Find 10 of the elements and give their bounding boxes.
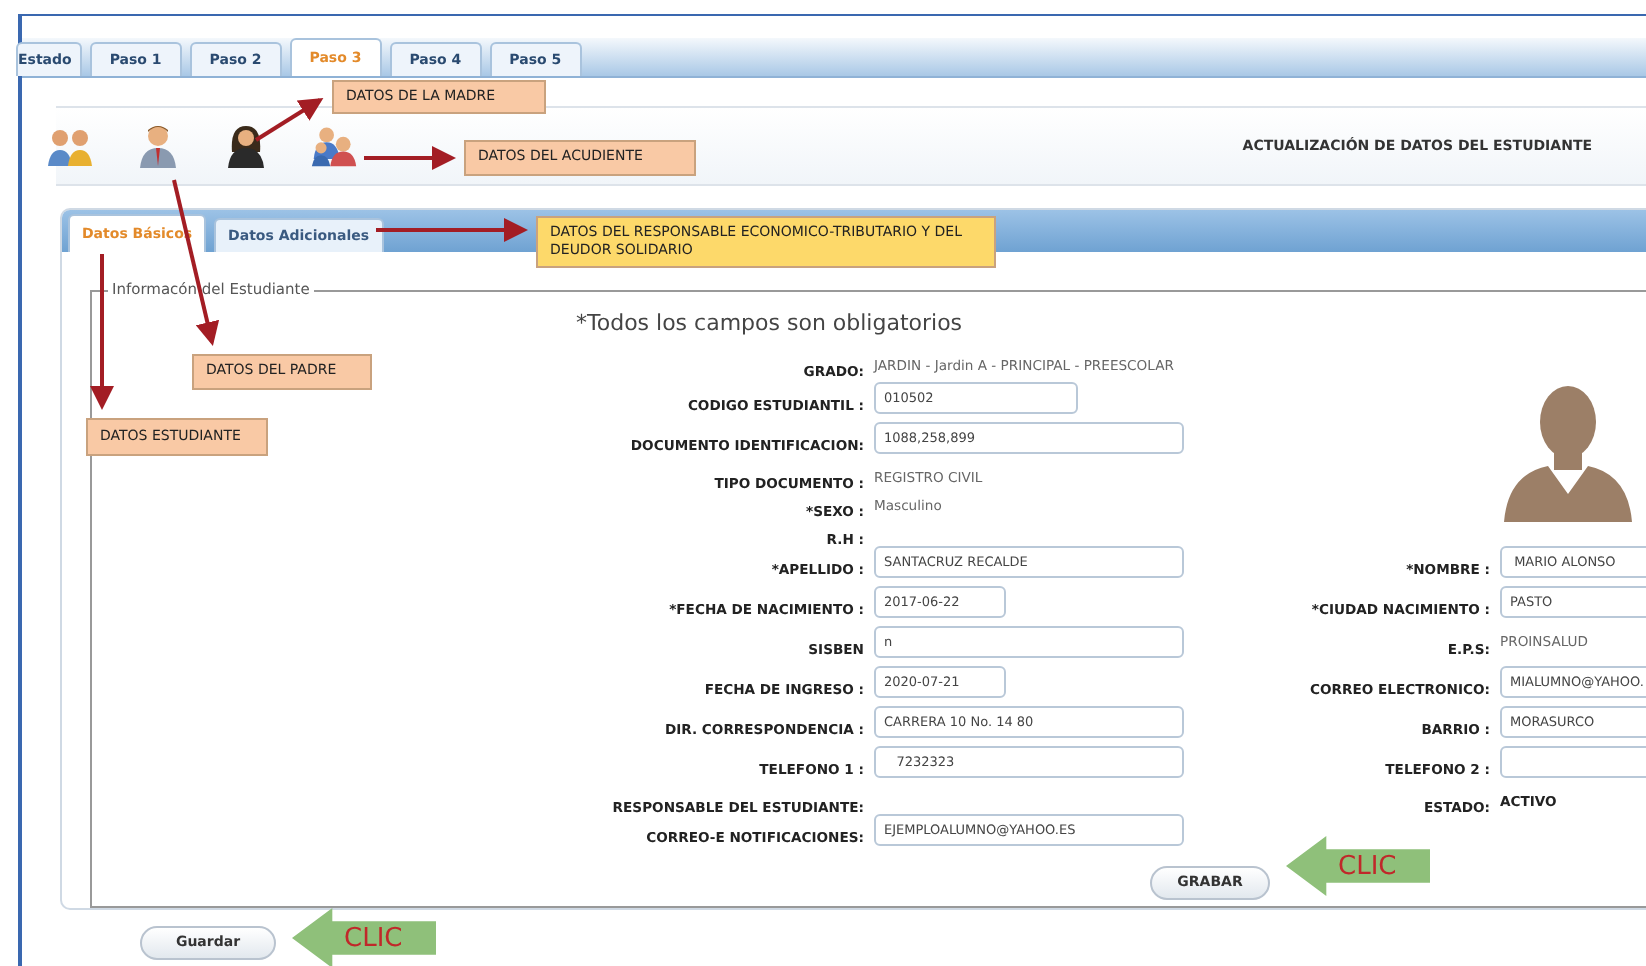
man-icon[interactable] bbox=[134, 124, 182, 168]
woman-icon[interactable] bbox=[222, 124, 270, 168]
required-note: *Todos los campos son obligatorios bbox=[574, 308, 965, 340]
input-field[interactable] bbox=[1500, 746, 1646, 778]
leader-line bbox=[364, 146, 456, 170]
group-icon[interactable] bbox=[310, 124, 358, 168]
students-icon[interactable] bbox=[46, 124, 94, 168]
leader-line bbox=[254, 97, 324, 142]
click-arrow-callout: CLIC bbox=[292, 908, 436, 966]
click-arrow-callout: CLIC bbox=[1286, 836, 1430, 896]
